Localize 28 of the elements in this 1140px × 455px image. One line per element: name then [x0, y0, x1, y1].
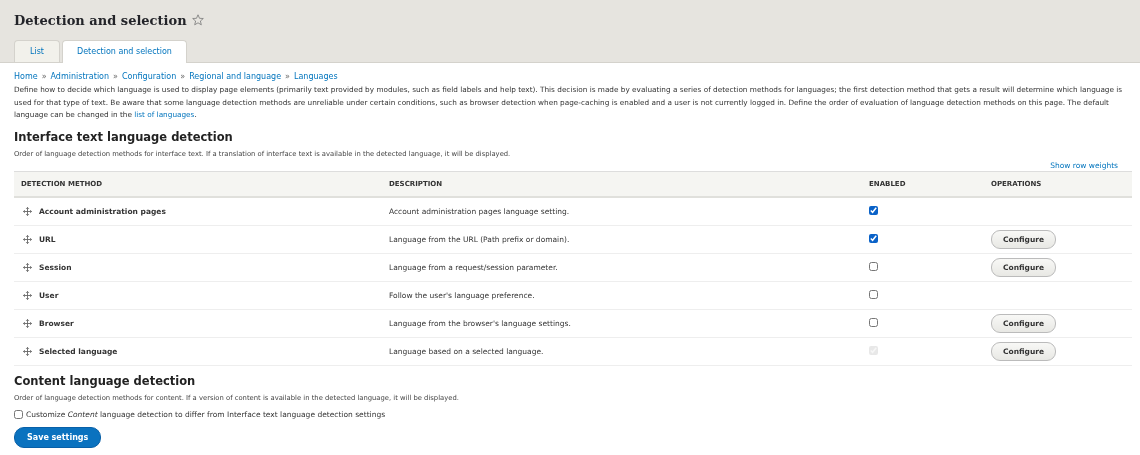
- breadcrumb-link[interactable]: Regional and language: [189, 72, 282, 81]
- enabled-checkbox[interactable]: [869, 205, 878, 215]
- breadcrumb-separator: »: [285, 72, 290, 81]
- enabled-checkbox[interactable]: [869, 262, 878, 271]
- breadcrumb-separator: »: [180, 72, 186, 81]
- drag-handle-icon[interactable]: [23, 290, 32, 300]
- drag-handle-icon[interactable]: [23, 206, 32, 216]
- breadcrumb-separator: »: [41, 72, 47, 81]
- breadcrumb-link[interactable]: Configuration: [122, 72, 177, 81]
- drag-handle-icon[interactable]: [23, 346, 32, 356]
- save-settings-button[interactable]: Save settings: [14, 427, 102, 448]
- customize-checkbox[interactable]: [14, 410, 23, 419]
- star-icon[interactable]: [191, 14, 204, 26]
- section-heading: Content language detection: [14, 374, 197, 388]
- tab[interactable]: List: [14, 40, 60, 62]
- enabled-checkbox[interactable]: [869, 318, 878, 327]
- breadcrumb-separator: »: [113, 72, 118, 81]
- enabled-checkbox[interactable]: [869, 290, 878, 299]
- enabled-checkbox[interactable]: [869, 234, 878, 243]
- breadcrumb-link[interactable]: Languages: [293, 72, 338, 81]
- drag-handle-icon[interactable]: [23, 234, 32, 244]
- page-title: Detection and selection: [14, 12, 187, 28]
- breadcrumb-link[interactable]: Home: [14, 72, 38, 81]
- section-heading: Interface text language detection: [14, 129, 234, 144]
- drag-handle-icon[interactable]: [23, 318, 32, 328]
- drag-handle-icon[interactable]: [23, 262, 32, 272]
- tab[interactable]: Detection and selection: [62, 40, 187, 63]
- breadcrumb-link[interactable]: Administration: [50, 72, 110, 81]
